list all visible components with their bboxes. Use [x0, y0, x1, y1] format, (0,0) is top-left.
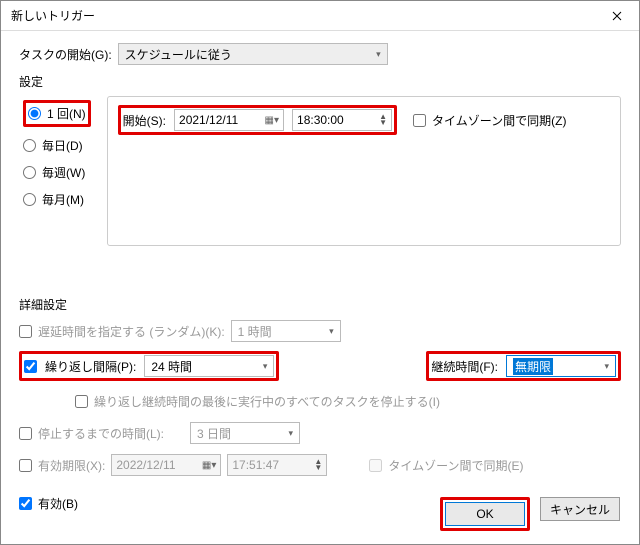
schedule-panel: 開始(S): 2021/12/11 ▦▾ 18:30:00 ▲▼ タイムゾーン間…: [107, 96, 621, 246]
stop-after-value: 3 日間: [197, 425, 231, 442]
begin-task-row: タスクの開始(G): スケジュールに従う ▾: [19, 43, 621, 65]
chevron-down-icon: ▾: [604, 361, 609, 372]
cancel-button[interactable]: キャンセル: [540, 497, 620, 521]
chevron-down-icon: ▾: [288, 428, 293, 439]
duration-dropdown[interactable]: 無期限 ▾: [506, 355, 616, 377]
start-time-value: 18:30:00: [297, 113, 344, 127]
stop-all-checkbox[interactable]: [75, 395, 88, 408]
radio-weekly-input[interactable]: [23, 166, 36, 179]
start-label: 開始(S):: [123, 112, 166, 129]
expire-checkbox[interactable]: [19, 459, 32, 472]
enabled-label: 有効(B): [38, 495, 78, 512]
stop-after-checkbox[interactable]: [19, 427, 32, 440]
close-button[interactable]: [595, 1, 639, 31]
delay-row: 遅延時間を指定する (ランダム)(K): 1 時間 ▾: [19, 319, 621, 343]
delay-value: 1 時間: [238, 323, 272, 340]
expire-date-input[interactable]: 2022/12/11 ▦▾: [111, 454, 221, 476]
expire-sync-label: タイムゾーン間で同期(E): [388, 457, 523, 474]
begin-task-dropdown[interactable]: スケジュールに従う ▾: [118, 43, 388, 65]
duration-value: 無期限: [513, 358, 553, 375]
ok-button[interactable]: OK: [445, 502, 525, 526]
radio-monthly-input[interactable]: [23, 193, 36, 206]
start-time-input[interactable]: 18:30:00 ▲▼: [292, 109, 392, 131]
titlebar: 新しいトリガー: [1, 1, 639, 31]
expire-date-value: 2022/12/11: [116, 458, 175, 472]
radio-daily[interactable]: 毎日(D): [23, 137, 91, 154]
calendar-icon: ▦▾: [202, 460, 216, 471]
radio-daily-input[interactable]: [23, 139, 36, 152]
settings-label: 設定: [19, 73, 621, 90]
radio-monthly-label: 毎月(M): [42, 191, 84, 208]
dialog-content: タスクの開始(G): スケジュールに従う ▾ 設定 1 回(N) 毎日(D): [1, 31, 639, 535]
button-bar: OK キャンセル: [440, 497, 620, 531]
repeat-interval-value: 24 時間: [151, 358, 192, 375]
stop-after-row: 停止するまでの時間(L): 3 日間 ▾: [19, 421, 621, 445]
repeat-label: 繰り返し間隔(P):: [45, 358, 136, 375]
repeat-row: 繰り返し間隔(P): 24 時間 ▾ 継続時間(F): 無期限 ▾: [19, 351, 621, 381]
frequency-radio-group: 1 回(N) 毎日(D) 毎週(W) 毎月(M): [19, 96, 91, 246]
stop-all-label: 繰り返し継続時間の最後に実行中のすべてのタスクを停止する(I): [94, 393, 440, 410]
delay-dropdown[interactable]: 1 時間 ▾: [231, 320, 341, 342]
advanced-label: 詳細設定: [19, 296, 621, 313]
sync-timezone-label: タイムゾーン間で同期(Z): [432, 112, 566, 129]
delay-checkbox[interactable]: [19, 325, 32, 338]
calendar-icon: ▦▾: [265, 115, 279, 126]
stop-all-row: 繰り返し継続時間の最後に実行中のすべてのタスクを停止する(I): [75, 389, 621, 413]
stop-after-dropdown[interactable]: 3 日間 ▾: [190, 422, 300, 444]
settings-body: 1 回(N) 毎日(D) 毎週(W) 毎月(M): [19, 96, 621, 246]
dialog-window: 新しいトリガー タスクの開始(G): スケジュールに従う ▾ 設定 1 回(N): [0, 0, 640, 545]
expire-sync-checkbox: [369, 459, 382, 472]
repeat-checkbox[interactable]: [24, 360, 37, 373]
chevron-down-icon: ▾: [329, 326, 334, 337]
enabled-checkbox[interactable]: [19, 497, 32, 510]
radio-weekly-label: 毎週(W): [42, 164, 85, 181]
spinner-icon: ▲▼: [379, 114, 387, 126]
expire-row: 有効期限(X): 2022/12/11 ▦▾ 17:51:47 ▲▼ タイムゾー…: [19, 453, 621, 477]
expire-time-input[interactable]: 17:51:47 ▲▼: [227, 454, 327, 476]
advanced-section: 詳細設定 遅延時間を指定する (ランダム)(K): 1 時間 ▾ 繰り返し間隔(…: [19, 296, 621, 515]
window-title: 新しいトリガー: [11, 7, 95, 24]
radio-weekly[interactable]: 毎週(W): [23, 164, 91, 181]
repeat-interval-dropdown[interactable]: 24 時間 ▾: [144, 355, 274, 377]
expire-label: 有効期限(X):: [38, 457, 105, 474]
duration-label: 継続時間(F):: [431, 358, 498, 375]
begin-task-value: スケジュールに従う: [125, 46, 232, 63]
stop-after-label: 停止するまでの時間(L):: [38, 425, 164, 442]
sync-timezone-checkbox[interactable]: [413, 114, 426, 127]
radio-monthly[interactable]: 毎月(M): [23, 191, 91, 208]
start-date-input[interactable]: 2021/12/11 ▦▾: [174, 109, 284, 131]
radio-once[interactable]: 1 回(N): [28, 105, 86, 122]
chevron-down-icon: ▾: [376, 49, 381, 60]
start-date-value: 2021/12/11: [179, 113, 238, 127]
expire-time-value: 17:51:47: [232, 458, 279, 472]
radio-once-input[interactable]: [28, 107, 41, 120]
chevron-down-icon: ▾: [263, 361, 268, 372]
radio-once-label: 1 回(N): [47, 105, 86, 122]
cancel-button-label: キャンセル: [550, 501, 610, 518]
ok-button-label: OK: [476, 507, 493, 521]
close-icon: [612, 11, 622, 21]
radio-daily-label: 毎日(D): [42, 137, 83, 154]
spinner-icon: ▲▼: [314, 459, 322, 471]
delay-label: 遅延時間を指定する (ランダム)(K):: [38, 323, 225, 340]
begin-task-label: タスクの開始(G):: [19, 46, 112, 63]
